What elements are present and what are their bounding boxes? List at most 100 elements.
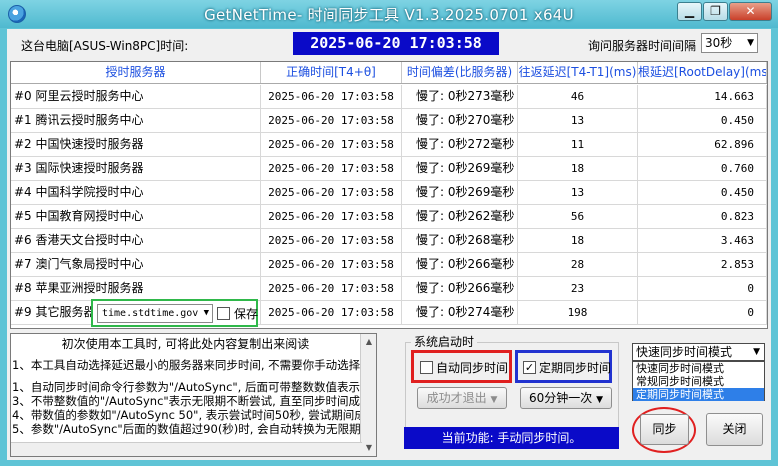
- sync-mode-option-periodic[interactable]: 定期同步时间模式: [633, 388, 764, 401]
- cell-server: #0 阿里云授时服务中心: [11, 85, 261, 108]
- instructions-textarea[interactable]: 初次使用本工具时, 可将此处内容复制出来阅读 1、本工具自动选择延迟最小的服务器…: [10, 333, 377, 457]
- column-header-offset[interactable]: 时间偏差(比服务器): [402, 62, 518, 83]
- cell-time: 2025-06-20 17:03:58: [261, 181, 402, 204]
- cell-offset: 慢了: 0秒268毫秒: [402, 229, 518, 252]
- sync-mode-value: 快速同步时间模式: [636, 345, 733, 359]
- periodic-sync-label: 定期同步时间: [539, 361, 612, 375]
- cell-offset: 慢了: 0秒270毫秒: [402, 109, 518, 132]
- cell-root-delay: 62.896: [638, 133, 767, 156]
- sync-mode-select[interactable]: 快速同步时间模式 ▼: [632, 343, 765, 361]
- instruction-line: 5、参数"/AutoSync"后面的数值超过90(秒)时, 会自动转换为无限期: [12, 422, 361, 436]
- pc-time-label: 这台电脑[ASUS-Win8PC]时间:: [21, 39, 189, 53]
- close-window-button[interactable]: ✕: [729, 2, 772, 21]
- auto-sync-highlight: 自动同步时间: [411, 350, 512, 383]
- cell-offset: 慢了: 0秒269毫秒: [402, 157, 518, 180]
- cell-root-delay: 3.463: [638, 229, 767, 252]
- cell-rtt: 56: [518, 205, 638, 228]
- close-button[interactable]: 关闭: [706, 413, 763, 446]
- column-header-root-delay[interactable]: 根延迟[RootDelay](ms): [638, 62, 767, 83]
- cell-root-delay: 0: [638, 277, 767, 300]
- cell-offset: 慢了: 0秒266毫秒: [402, 277, 518, 300]
- table-row[interactable]: #3 国际快速授时服务器 2025-06-20 17:03:58 慢了: 0秒2…: [11, 157, 767, 181]
- save-server-checkbox[interactable]: [217, 307, 230, 320]
- cell-root-delay: 2.853: [638, 253, 767, 276]
- chevron-down-icon: ▼: [203, 308, 209, 318]
- current-function-status: 当前功能: 手动同步时间。: [404, 427, 619, 449]
- column-header-round-trip[interactable]: 往返延迟[T4-T1](ms): [518, 62, 638, 83]
- table-row[interactable]: #7 澳门气象局授时中心 2025-06-20 17:03:58 慢了: 0秒2…: [11, 253, 767, 277]
- periodic-sync-checkbox[interactable]: ✓: [523, 361, 536, 374]
- instruction-line: 4、带数值的参数如"/AutoSync 50", 表示尝试时间50秒, 尝试期间…: [12, 408, 366, 422]
- cell-server: #2 中国快速授时服务器: [11, 133, 261, 156]
- interval-select-value: 30秒: [705, 36, 733, 50]
- cell-time: 2025-06-20 17:03:58: [261, 85, 402, 108]
- column-header-correct-time[interactable]: 正确时间[T4+θ]: [261, 62, 402, 83]
- table-row[interactable]: #0 阿里云授时服务中心 2025-06-20 17:03:58 慢了: 0秒2…: [11, 85, 767, 109]
- sync-mode-option-fast[interactable]: 快速同步时间模式: [633, 362, 764, 375]
- auto-sync-checkbox[interactable]: [420, 361, 433, 374]
- cell-rtt: 46: [518, 85, 638, 108]
- table-row[interactable]: #4 中国科学院授时中心 2025-06-20 17:03:58 慢了: 0秒2…: [11, 181, 767, 205]
- maximize-button[interactable]: ❐: [703, 2, 728, 21]
- interval-label: 询问服务器时间间隔: [588, 39, 697, 53]
- chevron-down-icon: ▼: [753, 347, 760, 357]
- sync-mode-list: 快速同步时间模式 常规同步时间模式 定期同步时间模式: [632, 361, 765, 401]
- minimize-button[interactable]: ▁: [677, 2, 702, 21]
- save-server-label: 保存: [234, 307, 259, 321]
- column-header-server[interactable]: 授时服务器: [11, 62, 261, 83]
- chevron-down-icon: ▼: [490, 395, 498, 405]
- cell-rtt: 18: [518, 229, 638, 252]
- custom-server-group: time.stdtime.gov ▼ 保存: [91, 299, 258, 327]
- cell-server: #5 中国教育网授时中心: [11, 205, 261, 228]
- table-row[interactable]: #6 香港天文台授时中心 2025-06-20 17:03:58 慢了: 0秒2…: [11, 229, 767, 253]
- cell-time: 2025-06-20 17:03:58: [261, 133, 402, 156]
- cell-root-delay: 0: [638, 301, 767, 324]
- cell-time: 2025-06-20 17:03:58: [261, 157, 402, 180]
- cell-server: #7 澳门气象局授时中心: [11, 253, 261, 276]
- cell-offset: 慢了: 0秒262毫秒: [402, 205, 518, 228]
- cell-time: 2025-06-20 17:03:58: [261, 253, 402, 276]
- scroll-down-icon[interactable]: ▼: [362, 440, 376, 456]
- cell-server: #4 中国科学院授时中心: [11, 181, 261, 204]
- table-row[interactable]: #1 腾讯云授时服务中心 2025-06-20 17:03:58 慢了: 0秒2…: [11, 109, 767, 133]
- cell-root-delay: 0.760: [638, 157, 767, 180]
- window-title: GetNetTime- 时间同步工具 V1.3.2025.0701 x64U: [204, 6, 574, 24]
- horizontal-scrollbar[interactable]: [11, 442, 362, 456]
- cell-rtt: 11: [518, 133, 638, 156]
- main-panel: 这台电脑[ASUS-Win8PC]时间: 2025-06-20 17:03:58…: [7, 29, 771, 460]
- cell-rtt: 198: [518, 301, 638, 324]
- sync-button[interactable]: 同步: [640, 414, 689, 445]
- cell-root-delay: 0.450: [638, 109, 767, 132]
- cell-server: #3 国际快速授时服务器: [11, 157, 261, 180]
- sync-mode-option-normal[interactable]: 常规同步时间模式: [633, 375, 764, 388]
- scroll-up-icon[interactable]: ▲: [362, 334, 376, 350]
- server-table[interactable]: 授时服务器 正确时间[T4+θ] 时间偏差(比服务器) 往返延迟[T4-T1](…: [10, 61, 768, 329]
- cell-offset: 慢了: 0秒272毫秒: [402, 133, 518, 156]
- custom-server-select[interactable]: time.stdtime.gov ▼: [97, 304, 213, 323]
- cell-offset: 慢了: 0秒274毫秒: [402, 301, 518, 324]
- sync-period-select[interactable]: 60分钟一次 ▼: [520, 387, 612, 409]
- cell-rtt: 13: [518, 181, 638, 204]
- table-header: 授时服务器 正确时间[T4+θ] 时间偏差(比服务器) 往返延迟[T4-T1](…: [11, 62, 767, 84]
- table-row[interactable]: #2 中国快速授时服务器 2025-06-20 17:03:58 慢了: 0秒2…: [11, 133, 767, 157]
- cell-offset: 慢了: 0秒266毫秒: [402, 253, 518, 276]
- instruction-line: 1、自动同步时间命令行参数为"/AutoSync", 后面可带整数数值表示: [12, 380, 360, 394]
- periodic-sync-highlight: ✓ 定期同步时间: [515, 350, 612, 383]
- title-bar[interactable]: GetNetTime- 时间同步工具 V1.3.2025.0701 x64U ▁…: [0, 0, 778, 28]
- custom-server-value: time.stdtime.gov: [102, 308, 199, 319]
- cell-rtt: 13: [518, 109, 638, 132]
- interval-select[interactable]: 30秒 ▼: [701, 33, 758, 53]
- cell-time: 2025-06-20 17:03:58: [261, 301, 402, 324]
- exit-after-success-select[interactable]: 成功才退出 ▼: [417, 387, 507, 409]
- cell-time: 2025-06-20 17:03:58: [261, 205, 402, 228]
- cell-time: 2025-06-20 17:03:58: [261, 109, 402, 132]
- cell-time: 2025-06-20 17:03:58: [261, 277, 402, 300]
- table-row[interactable]: #5 中国教育网授时中心 2025-06-20 17:03:58 慢了: 0秒2…: [11, 205, 767, 229]
- vertical-scrollbar[interactable]: ▲ ▼: [360, 334, 376, 456]
- instruction-line: 3、不带整数值的"/AutoSync"表示无限期不断尝试, 直至同步时间成功: [12, 394, 372, 408]
- cell-rtt: 23: [518, 277, 638, 300]
- table-row[interactable]: #8 苹果亚洲授时服务器 2025-06-20 17:03:58 慢了: 0秒2…: [11, 277, 767, 301]
- instruction-line: 1、本工具自动选择延迟最小的服务器来同步时间, 不需要你手动选择: [12, 358, 361, 372]
- cell-root-delay: 14.663: [638, 85, 767, 108]
- cell-server: #6 香港天文台授时中心: [11, 229, 261, 252]
